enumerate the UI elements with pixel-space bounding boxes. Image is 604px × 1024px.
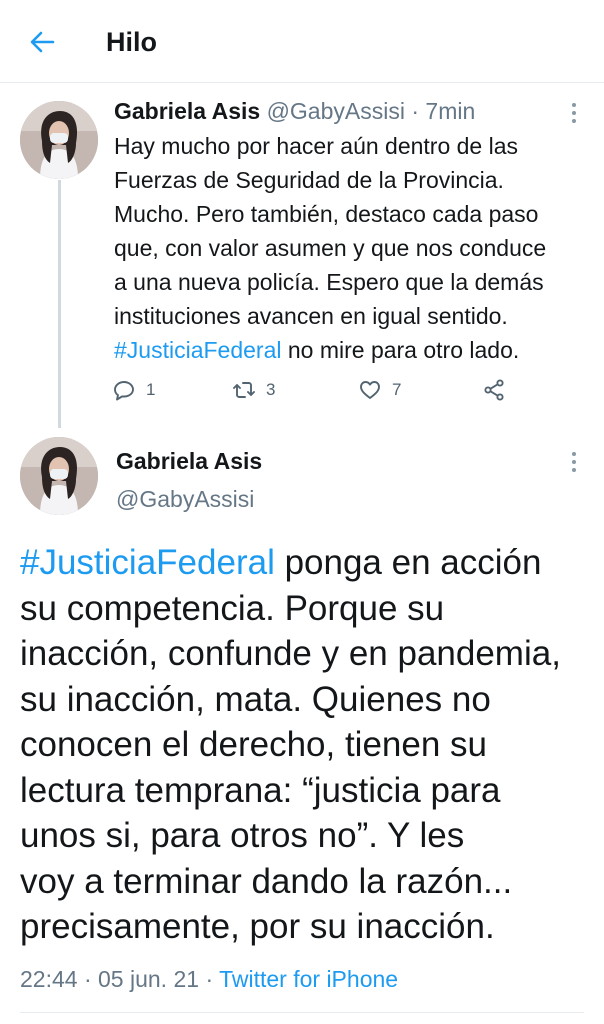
tweet-text-line: Hay mucho por hacer aún dentro de las <box>114 133 519 159</box>
tweet-text-line: su competencia. Porque su <box>20 588 445 628</box>
tweet-text-line: que, con valor asumen y que nos conduce <box>114 235 547 261</box>
reply-button[interactable]: 1 <box>112 372 155 408</box>
tweet-time[interactable]: 22:44 <box>20 966 78 992</box>
tweet-text-line: inacción, confunde y en pandemia, <box>20 634 561 673</box>
retweet-button[interactable]: 3 <box>232 372 275 408</box>
more-options-button[interactable] <box>564 449 584 475</box>
hashtag-link[interactable]: #JusticiaFederal <box>20 543 275 582</box>
heart-icon <box>360 381 380 399</box>
profile-photo <box>20 437 98 515</box>
tweet-date[interactable]: 05 jun. 21 <box>98 966 199 992</box>
author-name[interactable]: Gabriela Asis <box>114 98 260 124</box>
arrow-left-icon <box>30 31 55 53</box>
back-button[interactable] <box>26 26 58 58</box>
separator: · <box>411 98 420 124</box>
thread-connector <box>58 180 61 428</box>
tweet-text-line: Mucho. Pero también, destaco cada paso <box>114 201 539 227</box>
tweet-text-tail: no mire para otro lado. <box>281 337 520 363</box>
retweet-icon <box>233 382 255 398</box>
avatar[interactable] <box>20 437 98 515</box>
more-vertical-icon <box>572 103 576 123</box>
divider <box>20 1012 584 1013</box>
reply-count: 1 <box>146 380 156 399</box>
tweet-text-line: #JusticiaFederal no mire para otro lado. <box>114 333 574 367</box>
tweet-text-line: conocen el derecho, tienen su <box>20 725 487 764</box>
timestamp[interactable]: 7min <box>425 98 475 124</box>
tweet-text-line: a una nueva policía. Espero que la demás <box>114 269 544 295</box>
author-name[interactable]: Gabriela Asis <box>116 448 262 475</box>
author-handle[interactable]: @GabyAssisi <box>267 98 405 124</box>
top-bar: Hilo <box>0 0 604 83</box>
avatar[interactable] <box>20 101 98 179</box>
tweet-text-line: lectura temprana: “justicia para <box>20 770 501 810</box>
tweet-actions: 1 3 7 <box>112 372 572 408</box>
tweet-text-line: su inacción, mata. Quienes no <box>20 679 491 719</box>
author-handle[interactable]: @GabyAssisi <box>116 486 254 513</box>
reply-icon <box>114 381 134 401</box>
more-options-button[interactable] <box>564 100 584 126</box>
tweet-text-line: voy a terminar dando la razón... <box>20 861 513 901</box>
tweet-text: #JusticiaFederal ponga en acción su comp… <box>20 540 590 950</box>
like-count: 7 <box>392 380 402 399</box>
share-icon <box>484 379 504 401</box>
page-title: Hilo <box>106 27 157 57</box>
share-button[interactable] <box>482 372 506 408</box>
tweet-text: Hay mucho por hacer aún dentro de las Fu… <box>114 129 574 367</box>
tweet-text-line: precisamente, por su inacción. <box>20 907 495 946</box>
tweet-meta: 22:44 · 05 jun. 21 · Twitter for iPhone <box>20 966 398 993</box>
tweet-text-line: #JusticiaFederal ponga en acción <box>20 540 590 586</box>
tweet-source[interactable]: Twitter for iPhone <box>219 966 398 992</box>
hashtag-link[interactable]: #JusticiaFederal <box>114 337 281 363</box>
like-button[interactable]: 7 <box>358 372 401 408</box>
tweet-header: Gabriela Asis @GabyAssisi · 7min <box>114 98 475 125</box>
tweet-text-line: unos si, para otros no”. Y les <box>20 816 465 855</box>
separator: · <box>205 966 214 992</box>
more-vertical-icon <box>572 452 576 472</box>
tweet-text-first-line: ponga en acción <box>274 543 542 582</box>
profile-photo <box>20 101 98 179</box>
tweet-text-line: instituciones avancen en igual sentido. <box>114 303 508 329</box>
separator: · <box>83 966 92 992</box>
tweet-text-line: Fuerzas de Seguridad de la Provincia. <box>114 167 504 193</box>
retweet-count: 3 <box>266 380 276 399</box>
